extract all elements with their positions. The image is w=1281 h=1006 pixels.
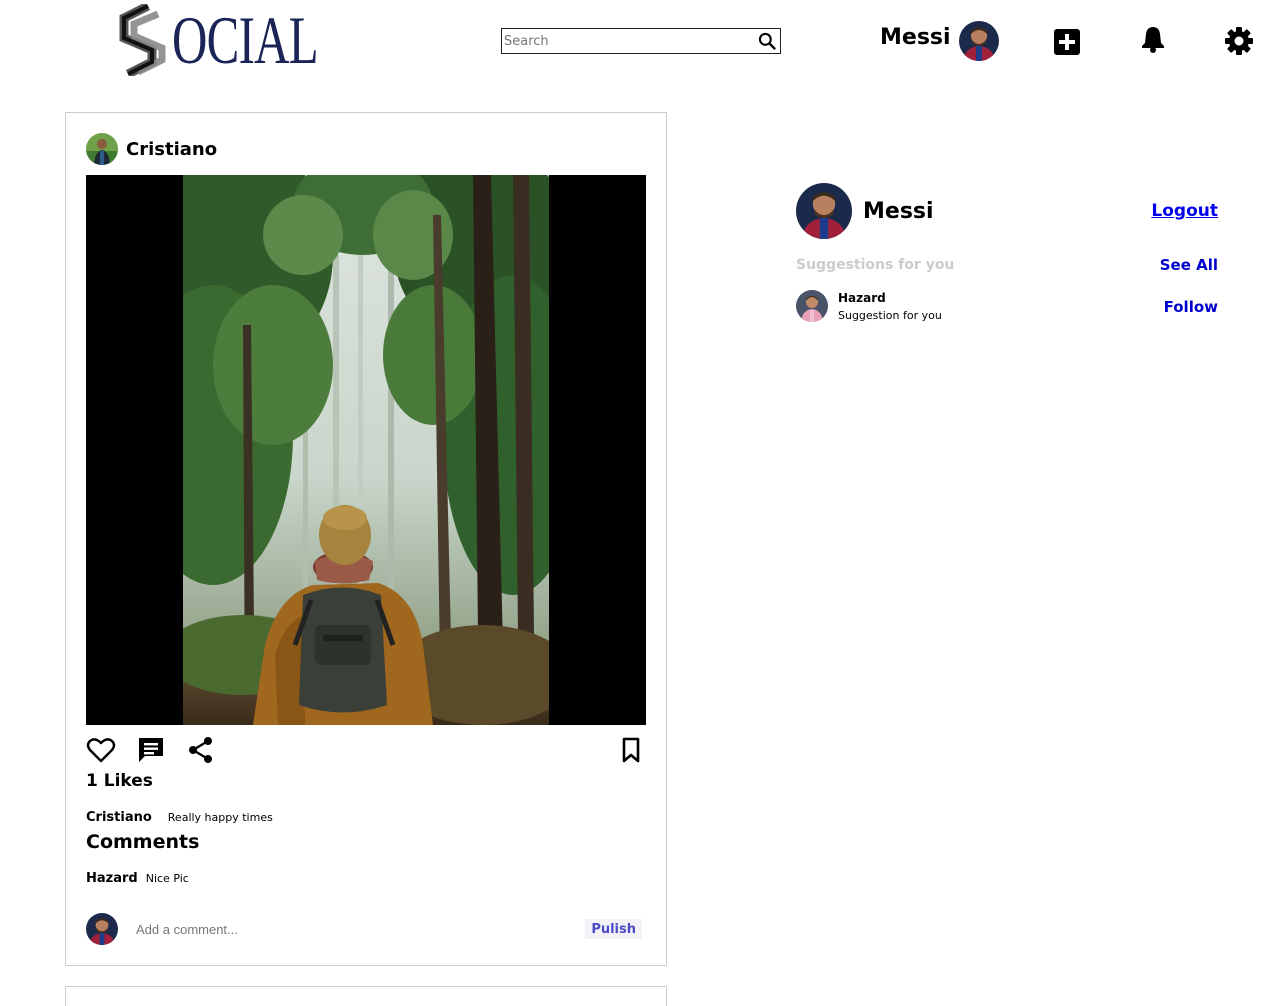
post-image[interactable]	[86, 175, 646, 725]
see-all-link[interactable]: See All	[1160, 256, 1218, 274]
sidebar-username[interactable]: Messi	[863, 199, 934, 224]
post-caption: Cristiano Really happy times	[86, 806, 273, 825]
suggestions-heading: Suggestions for you	[796, 257, 955, 273]
comments-heading: Comments	[86, 831, 200, 853]
forest-hiker-photo	[183, 175, 549, 725]
sidebar-user-avatar[interactable]	[796, 183, 852, 239]
logo-wordmark: OCIAL	[172, 2, 319, 78]
search-icon[interactable]	[757, 31, 777, 51]
add-comment-input[interactable]	[136, 919, 536, 939]
caption-text: Really happy times	[167, 811, 273, 824]
comment-icon[interactable]	[136, 735, 166, 765]
caption-username[interactable]: Cristiano	[86, 810, 152, 825]
search-box[interactable]	[501, 28, 781, 54]
comment-text: Nice Pic	[145, 872, 189, 885]
post-author-avatar[interactable]	[86, 133, 118, 165]
avatar-image	[959, 21, 999, 61]
suggestion-item: Hazard Suggestion for you Follow	[796, 289, 1218, 323]
header-username[interactable]: Messi	[880, 25, 951, 50]
avatar-image	[86, 913, 118, 945]
app-logo[interactable]: OCIAL	[118, 4, 319, 76]
comment-item: Hazard Nice Pic	[86, 867, 189, 886]
add-post-icon[interactable]	[1052, 27, 1082, 57]
logout-link[interactable]: Logout	[1151, 201, 1218, 221]
add-comment-row: Pulish	[86, 913, 646, 945]
avatar-image	[796, 183, 852, 239]
notification-bell-icon[interactable]	[1138, 24, 1168, 54]
follow-button[interactable]: Follow	[1164, 298, 1218, 316]
suggestion-avatar[interactable]	[796, 290, 828, 322]
top-header: OCIAL Messi	[0, 0, 1281, 84]
suggestion-name[interactable]: Hazard	[838, 291, 886, 305]
suggestion-subtitle: Suggestion for you	[838, 309, 942, 322]
avatar-image	[796, 290, 828, 322]
comment-username[interactable]: Hazard	[86, 871, 138, 886]
current-user-avatar	[86, 913, 118, 945]
like-heart-icon[interactable]	[86, 735, 116, 765]
post-card: Cristiano 1 Likes Cristiano Really happy…	[65, 112, 667, 966]
settings-gear-icon[interactable]	[1224, 26, 1254, 56]
share-icon[interactable]	[186, 735, 216, 765]
next-post-card	[65, 986, 667, 1006]
post-author-name[interactable]: Cristiano	[126, 139, 217, 160]
post-actions	[86, 735, 646, 765]
avatar-image	[86, 133, 118, 165]
search-input[interactable]	[504, 31, 754, 51]
logo-s-mark	[119, 4, 166, 76]
bookmark-icon[interactable]	[616, 735, 646, 765]
header-avatar[interactable]	[959, 21, 999, 61]
publish-comment-button[interactable]: Pulish	[585, 919, 642, 939]
likes-count[interactable]: 1 Likes	[86, 771, 153, 791]
